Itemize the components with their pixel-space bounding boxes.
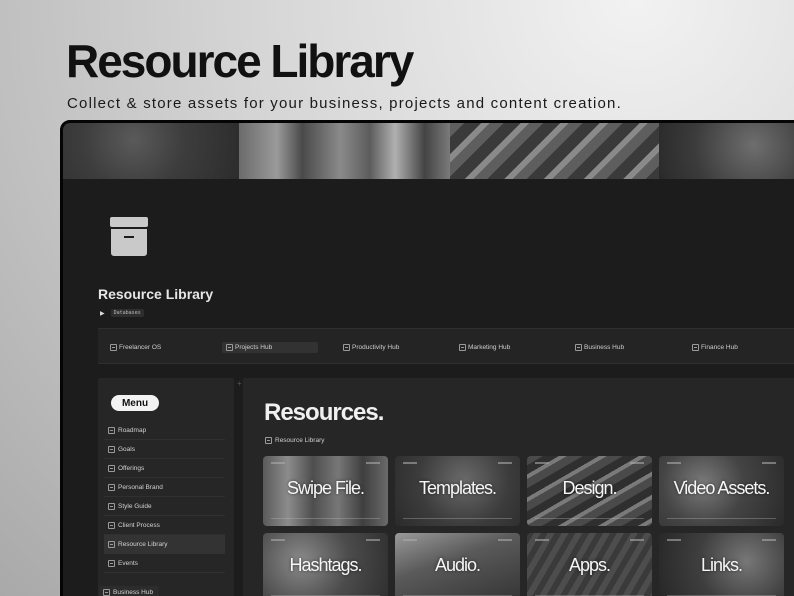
hub-link-productivity-hub[interactable]: Productivity Hub xyxy=(339,342,403,353)
cover-photo-4 xyxy=(659,123,794,179)
cover-photo-2 xyxy=(238,123,450,179)
business-hub-link-label: Business Hub xyxy=(113,588,154,596)
hub-link-freelancer-os[interactable]: Freelancer OS xyxy=(106,342,165,353)
sidebar-item-label: Style Guide xyxy=(118,502,152,510)
card-label: Links. xyxy=(700,555,743,575)
page-link-icon xyxy=(575,344,582,351)
card-label: Design. xyxy=(562,478,617,498)
page-link-icon xyxy=(108,445,115,453)
card-apps[interactable]: Apps. xyxy=(527,533,652,596)
add-block-icon[interactable]: + xyxy=(237,379,242,388)
database-icon xyxy=(265,437,272,444)
page-link-icon xyxy=(343,344,350,351)
hub-link-label: Finance Hub xyxy=(701,344,738,351)
sidebar-item-label: Personal Brand xyxy=(118,483,163,491)
hub-link-projects-hub[interactable]: Projects Hub xyxy=(222,342,318,353)
card-links[interactable]: Links. xyxy=(659,533,784,596)
sidebar-item-label: Offerings xyxy=(118,464,145,472)
sidebar-item-events[interactable]: Events xyxy=(104,554,225,573)
hub-link-label: Business Hub xyxy=(584,344,625,351)
card-label: Audio. xyxy=(434,555,481,575)
hub-link-finance-hub[interactable]: Finance Hub xyxy=(688,342,742,353)
hub-link-marketing-hub[interactable]: Marketing Hub xyxy=(455,342,514,353)
databases-label: Databases xyxy=(110,309,144,317)
card-hashtags[interactable]: Hashtags. xyxy=(263,533,388,596)
app-window: Resource Library ▶ Databases Freelancer … xyxy=(60,120,794,596)
sidebar-item-resource-library[interactable]: Resource Library xyxy=(104,535,225,554)
sidebar-item-label: Events xyxy=(118,559,138,567)
sidebar-list: Roadmap Goals Offerings Personal Brand S… xyxy=(104,421,225,573)
cover-photo-3 xyxy=(449,123,660,179)
card-video-assets[interactable]: Video Assets. xyxy=(659,456,784,526)
menu-pill: Menu xyxy=(111,395,159,411)
page-link-icon xyxy=(108,426,115,434)
page-link-icon xyxy=(108,502,115,510)
page-link-icon xyxy=(108,559,115,567)
hero-subtitle: Collect & store assets for your business… xyxy=(67,95,622,112)
business-hub-link[interactable]: Business Hub xyxy=(99,586,159,596)
hub-navigation-bar: Freelancer OS Projects Hub Productivity … xyxy=(98,328,794,364)
databases-toggle[interactable]: ▶ Databases xyxy=(100,309,144,317)
toggle-triangle-icon[interactable]: ▶ xyxy=(100,310,105,317)
sidebar-item-personal-brand[interactable]: Personal Brand xyxy=(104,478,225,497)
page-link-icon xyxy=(108,521,115,529)
page-link-icon xyxy=(108,464,115,472)
card-label: Hashtags. xyxy=(289,555,362,575)
resources-panel: Resources. Resource Library Swipe File. … xyxy=(243,378,794,596)
sidebar-item-label: Roadmap xyxy=(118,426,147,434)
resource-library-link-label: Resource Library xyxy=(275,437,325,444)
hub-link-label: Marketing Hub xyxy=(468,344,511,351)
page-link-icon xyxy=(110,344,117,351)
hub-link-business-hub[interactable]: Business Hub xyxy=(571,342,628,353)
sidebar-item-label: Goals xyxy=(118,445,135,453)
sidebar-item-label: Client Process xyxy=(118,521,160,529)
card-label: Video Assets. xyxy=(673,478,771,498)
page-link-icon xyxy=(108,483,115,491)
page-link-icon xyxy=(108,540,115,548)
resources-heading: Resources. xyxy=(264,399,384,426)
page-link-icon xyxy=(692,344,699,351)
cover-banner[interactable] xyxy=(63,123,794,179)
resource-library-link[interactable]: Resource Library xyxy=(265,437,325,444)
sidebar-item-offerings[interactable]: Offerings xyxy=(104,459,225,478)
hub-link-label: Productivity Hub xyxy=(352,344,400,351)
hero-title: Resource Library xyxy=(66,35,414,87)
page-link-icon xyxy=(459,344,466,351)
sidebar-item-goals[interactable]: Goals xyxy=(104,440,225,459)
cover-photo-1 xyxy=(63,123,239,179)
card-label: Apps. xyxy=(568,555,611,575)
page-title: Resource Library xyxy=(98,286,214,302)
card-label: Templates. xyxy=(418,478,497,498)
hub-link-label: Projects Hub xyxy=(235,344,273,351)
sidebar-item-label: Resource Library xyxy=(118,540,168,548)
hub-link-label: Freelancer OS xyxy=(119,344,162,351)
card-swipe-file[interactable]: Swipe File. xyxy=(263,456,388,526)
sidebar-menu: Menu Roadmap Goals Offerings Personal Br… xyxy=(98,378,234,596)
sidebar-item-roadmap[interactable]: Roadmap xyxy=(104,421,225,440)
archive-box-icon[interactable] xyxy=(110,217,148,257)
card-design[interactable]: Design. xyxy=(527,456,652,526)
card-audio[interactable]: Audio. xyxy=(395,533,520,596)
sidebar-item-style-guide[interactable]: Style Guide xyxy=(104,497,225,516)
card-label: Swipe File. xyxy=(286,478,365,498)
sidebar-item-client-process[interactable]: Client Process xyxy=(104,516,225,535)
page-link-icon xyxy=(103,588,110,596)
page-link-icon xyxy=(226,344,233,351)
card-templates[interactable]: Templates. xyxy=(395,456,520,526)
